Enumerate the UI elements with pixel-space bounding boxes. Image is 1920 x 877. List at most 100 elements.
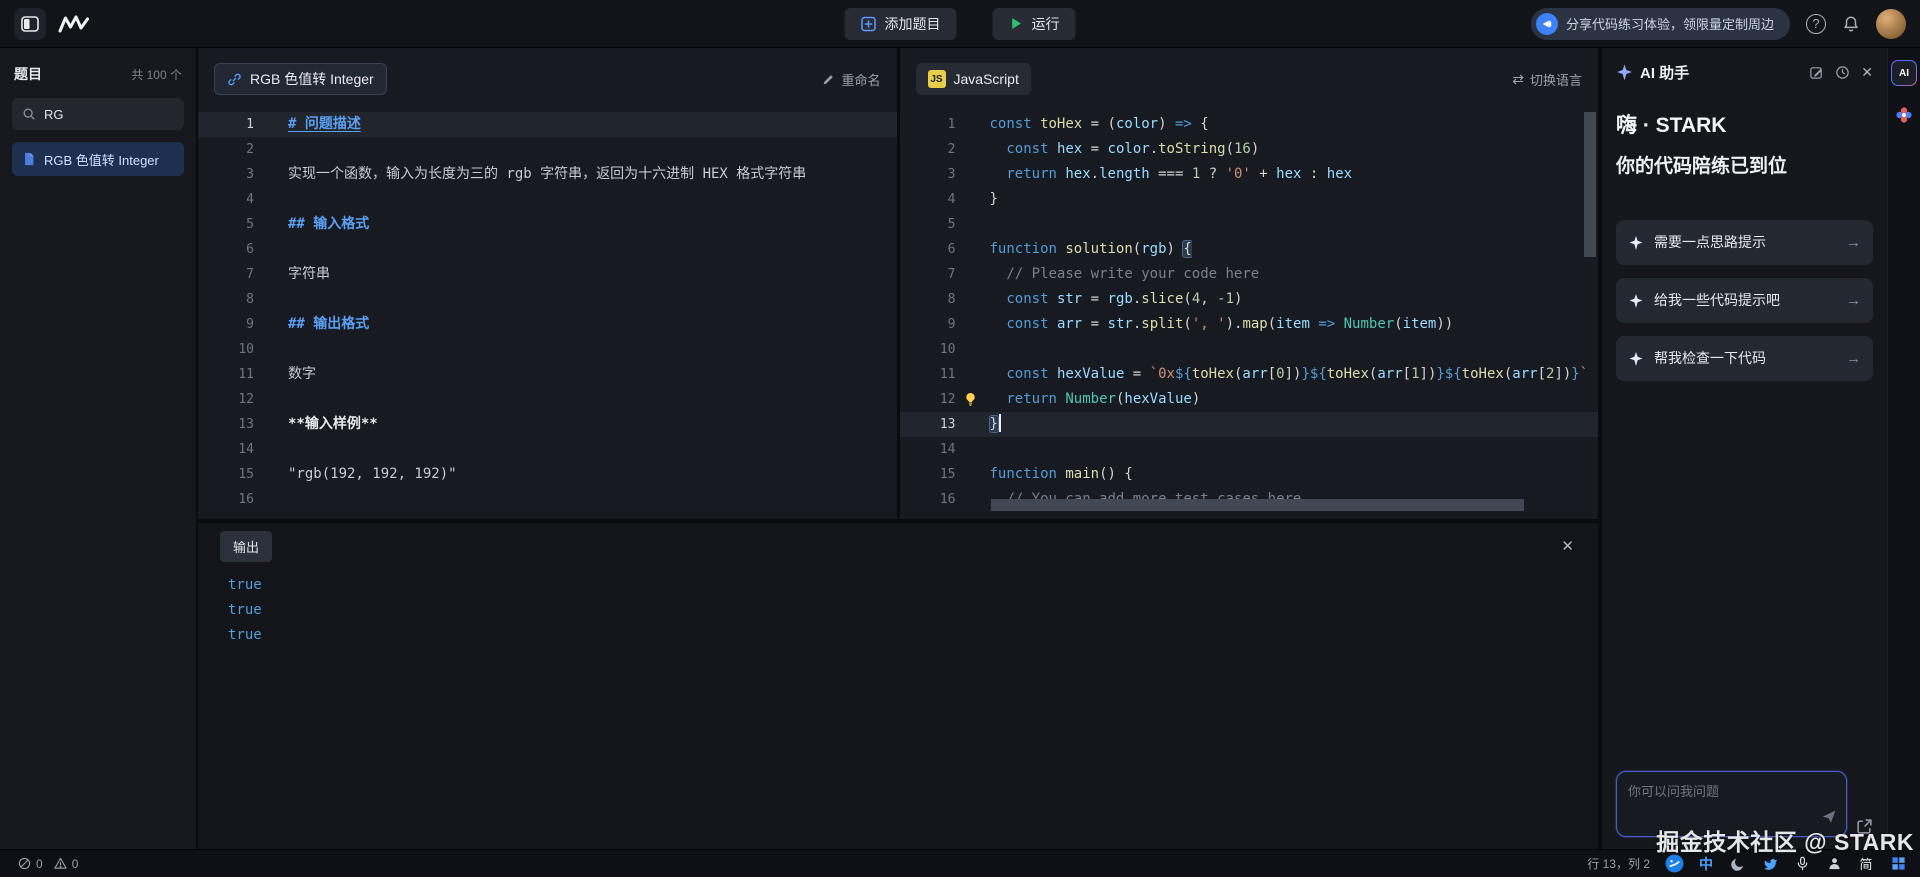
promo-banner[interactable]: 分享代码练习体验，领限量定制周边 bbox=[1531, 8, 1790, 40]
ai-suggestion-card-1[interactable]: 需要一点思路提示→ bbox=[1616, 220, 1873, 265]
add-problem-button[interactable]: 添加题目 bbox=[845, 8, 957, 40]
problems-indicator[interactable]: 0 0 bbox=[12, 857, 78, 871]
errors-icon bbox=[18, 857, 31, 870]
code-line-11[interactable]: 11 const hexValue = `0x${toHex(arr[0])}$… bbox=[900, 362, 1599, 387]
ai-badge[interactable]: AI bbox=[1891, 60, 1917, 86]
app-logo[interactable] bbox=[58, 15, 90, 33]
code-line-8[interactable]: 8 const str = rgb.slice(4, -1) bbox=[900, 287, 1599, 312]
line-content bbox=[254, 287, 288, 312]
close-ai-button[interactable]: ✕ bbox=[1861, 64, 1873, 81]
line-content: function solution(rgb) { bbox=[956, 237, 1192, 262]
problem-line-11[interactable]: 11数字 bbox=[198, 362, 897, 387]
close-output-button[interactable]: ✕ bbox=[1561, 537, 1574, 555]
problem-line-2[interactable]: 2 bbox=[198, 137, 897, 162]
sparkle-icon bbox=[1628, 235, 1644, 251]
send-icon[interactable] bbox=[1821, 808, 1837, 829]
ime-simplified-icon[interactable]: 简 bbox=[1856, 854, 1876, 874]
warnings-count: 0 bbox=[72, 857, 79, 871]
problem-line-5[interactable]: 5## 输入格式 bbox=[198, 212, 897, 237]
problem-line-14[interactable]: 14 bbox=[198, 437, 897, 462]
code-line-3[interactable]: 3 return hex.length === 1 ? '0' + hex : … bbox=[900, 162, 1599, 187]
notifications-button[interactable] bbox=[1842, 15, 1860, 33]
run-button[interactable]: 运行 bbox=[993, 8, 1076, 40]
language-label: JavaScript bbox=[954, 71, 1019, 87]
problem-line-8[interactable]: 8 bbox=[198, 287, 897, 312]
line-content: const arr = str.split(', ').map(item => … bbox=[956, 312, 1454, 337]
code-line-2[interactable]: 2 const hex = color.toString(16) bbox=[900, 137, 1599, 162]
problem-line-1[interactable]: 1# 问题描述 bbox=[198, 112, 897, 137]
code-line-12[interactable]: 12 return Number(hexValue) bbox=[900, 387, 1599, 412]
ime-chinese-icon[interactable]: 中 bbox=[1696, 854, 1716, 874]
code-line-6[interactable]: 6function solution(rgb) { bbox=[900, 237, 1599, 262]
rename-button[interactable]: 重命名 bbox=[822, 70, 880, 89]
voice-ime-icon[interactable] bbox=[1664, 854, 1684, 874]
sidebar-item-problem[interactable]: RGB 色值转 Integer bbox=[12, 142, 184, 176]
search-input[interactable] bbox=[44, 107, 174, 122]
flower-icon[interactable] bbox=[1895, 106, 1913, 124]
horizontal-scrollbar[interactable] bbox=[991, 499, 1524, 511]
problem-title-chip[interactable]: RGB 色值转 Integer bbox=[214, 63, 387, 95]
problem-line-9[interactable]: 9## 输出格式 bbox=[198, 312, 897, 337]
lightbulb-icon[interactable] bbox=[963, 391, 978, 412]
code-line-7[interactable]: 7 // Please write your code here bbox=[900, 262, 1599, 287]
code-line-14[interactable]: 14 bbox=[900, 437, 1599, 462]
line-content: ## 输出格式 bbox=[254, 312, 369, 337]
add-problem-label: 添加题目 bbox=[885, 14, 941, 34]
sidebar-title: 题目 bbox=[14, 64, 42, 84]
help-button[interactable]: ? bbox=[1806, 14, 1826, 34]
language-chip[interactable]: JS JavaScript bbox=[916, 63, 1031, 95]
ai-question-input[interactable] bbox=[1628, 781, 1835, 815]
code-line-1[interactable]: 1const toHex = (color) => { bbox=[900, 112, 1599, 137]
person-icon[interactable] bbox=[1824, 854, 1844, 874]
megaphone-icon bbox=[1536, 13, 1558, 35]
sidebar-toggle-button[interactable] bbox=[14, 8, 46, 40]
ai-suggestion-card-3[interactable]: 帮我检查一下代码→ bbox=[1616, 336, 1873, 381]
ai-suggestion-card-2[interactable]: 给我一些代码提示吧→ bbox=[1616, 278, 1873, 323]
problem-line-7[interactable]: 7字符串 bbox=[198, 262, 897, 287]
search-box[interactable] bbox=[12, 98, 184, 130]
code-editor[interactable]: 1const toHex = (color) => {2 const hex =… bbox=[900, 100, 1599, 519]
code-line-5[interactable]: 5 bbox=[900, 212, 1599, 237]
line-number: 6 bbox=[198, 237, 254, 262]
problem-line-16[interactable]: 16 bbox=[198, 487, 897, 512]
switch-language-button[interactable]: ⇄ 切换语言 bbox=[1512, 70, 1582, 89]
run-label: 运行 bbox=[1032, 14, 1060, 34]
line-number: 11 bbox=[198, 362, 254, 387]
code-line-4[interactable]: 4} bbox=[900, 187, 1599, 212]
vertical-scrollbar[interactable] bbox=[1584, 112, 1596, 257]
history-icon bbox=[1835, 65, 1850, 80]
problem-line-10[interactable]: 10 bbox=[198, 337, 897, 362]
javascript-icon: JS bbox=[928, 70, 946, 88]
moon-icon[interactable] bbox=[1728, 854, 1748, 874]
problem-line-6[interactable]: 6 bbox=[198, 237, 897, 262]
app-grid-icon[interactable] bbox=[1888, 854, 1908, 874]
code-line-13[interactable]: 13} bbox=[900, 412, 1599, 437]
output-tab[interactable]: 输出 bbox=[220, 531, 272, 562]
problem-line-3[interactable]: 3实现一个函数，输入为长度为三的 rgb 字符串，返回为十六进制 HEX 格式字… bbox=[198, 162, 897, 187]
history-button[interactable] bbox=[1835, 65, 1850, 80]
new-chat-icon bbox=[1809, 65, 1824, 80]
main-area: 题目 共 100 个 RGB 色值转 Integer bbox=[0, 48, 1920, 849]
ai-input-box[interactable] bbox=[1616, 771, 1847, 837]
code-line-9[interactable]: 9 const arr = str.split(', ').map(item =… bbox=[900, 312, 1599, 337]
problem-line-15[interactable]: 15"rgb(192, 192, 192)" bbox=[198, 462, 897, 487]
problem-line-13[interactable]: 13**输入样例** bbox=[198, 412, 897, 437]
output-line: true bbox=[228, 623, 1598, 648]
problem-title: RGB 色值转 Integer bbox=[250, 69, 374, 89]
problem-line-12[interactable]: 12 bbox=[198, 387, 897, 412]
line-content bbox=[956, 437, 990, 462]
code-line-10[interactable]: 10 bbox=[900, 337, 1599, 362]
problem-line-4[interactable]: 4 bbox=[198, 187, 897, 212]
bird-icon[interactable] bbox=[1760, 854, 1780, 874]
problem-editor[interactable]: 1# 问题描述23实现一个函数，输入为长度为三的 rgb 字符串，返回为十六进制… bbox=[198, 100, 897, 519]
line-content: const hexValue = `0x${toHex(arr[0])}${to… bbox=[956, 362, 1589, 387]
new-chat-button[interactable] bbox=[1809, 65, 1824, 80]
popout-button[interactable] bbox=[1856, 818, 1873, 837]
user-avatar[interactable] bbox=[1876, 9, 1906, 39]
ai-suggestion-label: 帮我检查一下代码 bbox=[1654, 349, 1766, 368]
microphone-icon[interactable] bbox=[1792, 854, 1812, 874]
line-content: return hex.length === 1 ? '0' + hex : he… bbox=[956, 162, 1353, 187]
code-line-15[interactable]: 15function main() { bbox=[900, 462, 1599, 487]
cursor-position[interactable]: 行 13，列 2 bbox=[1587, 855, 1650, 872]
warnings-icon bbox=[54, 857, 67, 870]
